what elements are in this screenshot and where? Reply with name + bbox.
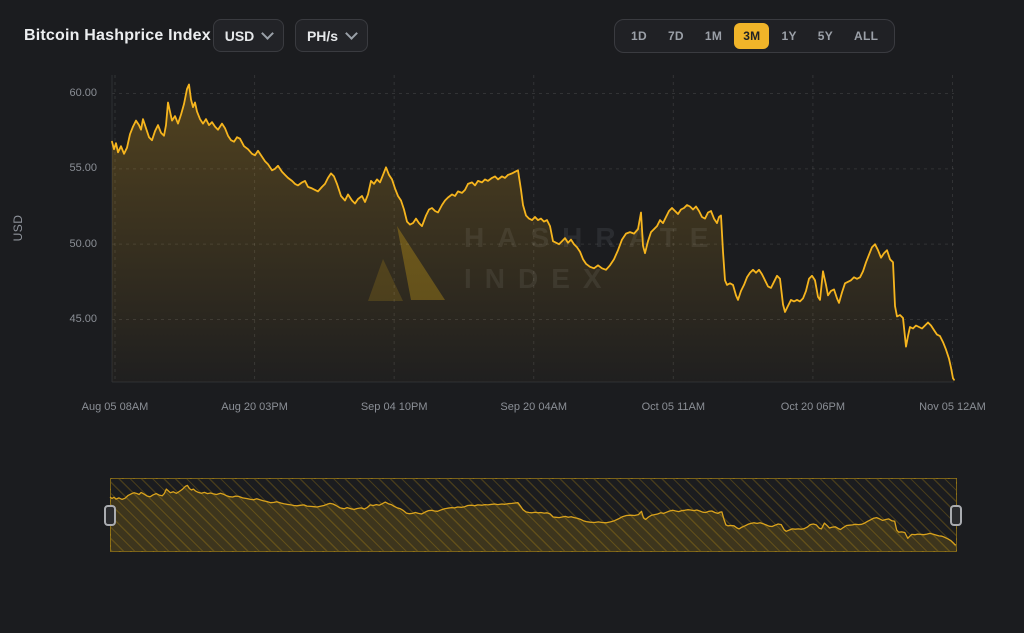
navigator-left-handle[interactable] [104, 505, 116, 526]
hashprice-chart-page: Bitcoin Hashprice Index USD PH/s 1D7D1M3… [0, 0, 1024, 633]
hashprice-line-chart[interactable] [0, 0, 1024, 633]
navigator-series [110, 485, 957, 551]
navigator-right-handle[interactable] [950, 505, 962, 526]
main-area-fill [112, 85, 954, 383]
navigator-area-fill [110, 485, 957, 551]
